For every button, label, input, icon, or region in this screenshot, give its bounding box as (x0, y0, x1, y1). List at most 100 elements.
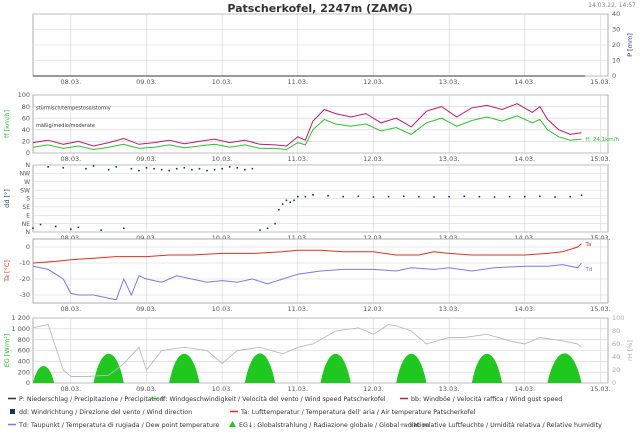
direction-point (153, 167, 155, 170)
radiation-panel: 08.03. 09.03. 10.03. 11.03. 12.03. 13.03. 14.0… (3, 314, 634, 393)
y-tick-label: 1 000 (11, 325, 30, 333)
direction-point (130, 167, 133, 170)
direction-point (85, 167, 87, 170)
direction-point (183, 166, 186, 169)
date-tick-label: 13.03. (439, 305, 460, 313)
y2-tick-label: 0 (612, 379, 616, 387)
y2-tick-label: 60 (612, 340, 620, 348)
wind-panel: 08.03. 09.03. 10.03. 11.03. 12.03. 13.03. 14.0… (3, 91, 620, 163)
date-tick-label: 08.03. (60, 155, 81, 163)
direction-point (251, 167, 254, 170)
date-tick-label: 15.03. (590, 78, 611, 86)
y-tick-label: 800 (18, 336, 30, 344)
date-tick-label: 08.03. (60, 385, 81, 393)
y-tick-label: 20 (22, 138, 30, 146)
direction-point (39, 223, 42, 226)
direction-point (493, 196, 496, 198)
legend-label: rH: relative Luftfeuchte / Umidità relat… (411, 421, 602, 429)
precipitation-panel: 08.03. 09.03. 10.03. 11.03. 12.03. 13.03. 14.0… (32, 10, 634, 86)
y-tick-label: 400 (18, 358, 30, 366)
date-tick-label: 09.03. (136, 305, 157, 313)
direction-point (281, 203, 284, 205)
direction-point (297, 195, 299, 198)
y-tick-label: 60 (22, 114, 30, 122)
legend-label: Ta: Lufttemperatur / Temperatura dell' a… (240, 409, 476, 416)
direction-point (569, 195, 571, 198)
date-tick-label: 11.03. (287, 305, 308, 313)
date-tick-label: 12.03. (363, 305, 384, 313)
date-tick-label: 13.03. (439, 385, 460, 393)
direction-point (244, 168, 246, 171)
y-tick-label: W (24, 179, 30, 186)
date-tick-label: 12.03. (363, 385, 384, 393)
direction-point (402, 195, 405, 198)
direction-point (107, 168, 110, 171)
direction-point (92, 165, 95, 167)
date-tick-label: 09.03. (136, 78, 157, 86)
direction-point (228, 166, 231, 168)
direction-point (115, 166, 118, 168)
date-tick-label: 11.03. (287, 78, 308, 86)
date-tick-label: 12.03. (363, 155, 384, 163)
date-tick-label: 13.03. (439, 78, 460, 86)
direction-point (342, 195, 344, 198)
direction-point (372, 196, 375, 198)
y-tick-label: 80 (22, 103, 30, 111)
date-tick-label: 11.03. (287, 155, 308, 163)
legend-label: bb: Windböe / Velocità raffica / Wind gu… (411, 395, 562, 403)
y-tick-label: 0 (26, 149, 30, 157)
direction-point (539, 195, 541, 198)
legend-label: dd: Windrichtung / Direzione del vento /… (19, 409, 192, 416)
direction-point (47, 166, 49, 168)
y-tick-label: 1 200 (11, 314, 30, 322)
date-tick-label: 14.03. (514, 78, 535, 86)
direction-point (508, 195, 511, 198)
y2-tick-label: 40 (612, 353, 620, 361)
date-tick-label: 14.03. (514, 305, 535, 313)
y-axis-label: dd [°] (3, 189, 11, 208)
y-tick-label: 30 (612, 26, 620, 34)
direction-point (289, 201, 292, 204)
direction-point (32, 227, 34, 230)
meteogram-chart: 08.03. 09.03. 10.03. 11.03. 12.03. 13.03. 14.0… (3, 10, 634, 429)
direction-point (213, 168, 216, 171)
y-tick-label: -20 (19, 275, 30, 283)
date-tick-label: 13.03. (439, 155, 460, 163)
date-tick-label: 08.03. (60, 305, 81, 313)
direction-point (191, 168, 193, 171)
date-tick-label: 10.03. (212, 305, 233, 313)
legend-label: Td: Taupunkt / Temperatura di rugiada / … (18, 422, 219, 429)
wind-direction-panel: 08.03. 09.03. 10.03. 11.03. 12.03. 13.03. 14.0… (3, 162, 611, 242)
date-tick-label: 08.03. (60, 78, 81, 86)
direction-point (100, 229, 102, 231)
direction-point (138, 169, 140, 172)
date-tick-label: 09.03. (136, 385, 157, 393)
direction-point (236, 166, 239, 169)
y2-tick-label: 80 (612, 327, 620, 335)
direction-point (160, 168, 163, 171)
y2-axis-label: rH [%] (626, 340, 634, 361)
direction-point (266, 227, 269, 230)
direction-point (175, 167, 178, 170)
wind-frame (32, 94, 609, 154)
direction-point (198, 167, 201, 170)
wind-threshold-label: stürmisch/tempestoso/stormy (36, 106, 111, 112)
direction-point (62, 166, 65, 169)
date-tick-label: 15.03. (590, 155, 611, 163)
direction-point (448, 195, 450, 198)
y-tick-label: -10 (19, 259, 30, 267)
direction-point (418, 195, 420, 198)
legend-label: P: Niederschlag / Precipitazione / Preci… (19, 396, 164, 403)
wind-threshold-label: mäßig/medio/moderate (36, 123, 95, 129)
y-axis-label: ff [km/h] (3, 110, 11, 138)
y-tick-label: -30 (19, 291, 30, 299)
date-tick-label: 12.03. (363, 78, 384, 86)
date-tick-label: 09.03. (136, 155, 157, 163)
radiation-legend-marker (229, 421, 236, 427)
direction-point (463, 195, 466, 198)
direction-point (168, 169, 170, 172)
y-tick-label: 40 (612, 10, 620, 18)
y-axis-label: EG [W/m²] (3, 334, 11, 368)
y-tick-label: 20 (612, 41, 620, 49)
y-axis-label: Ta [°C] (3, 260, 11, 283)
